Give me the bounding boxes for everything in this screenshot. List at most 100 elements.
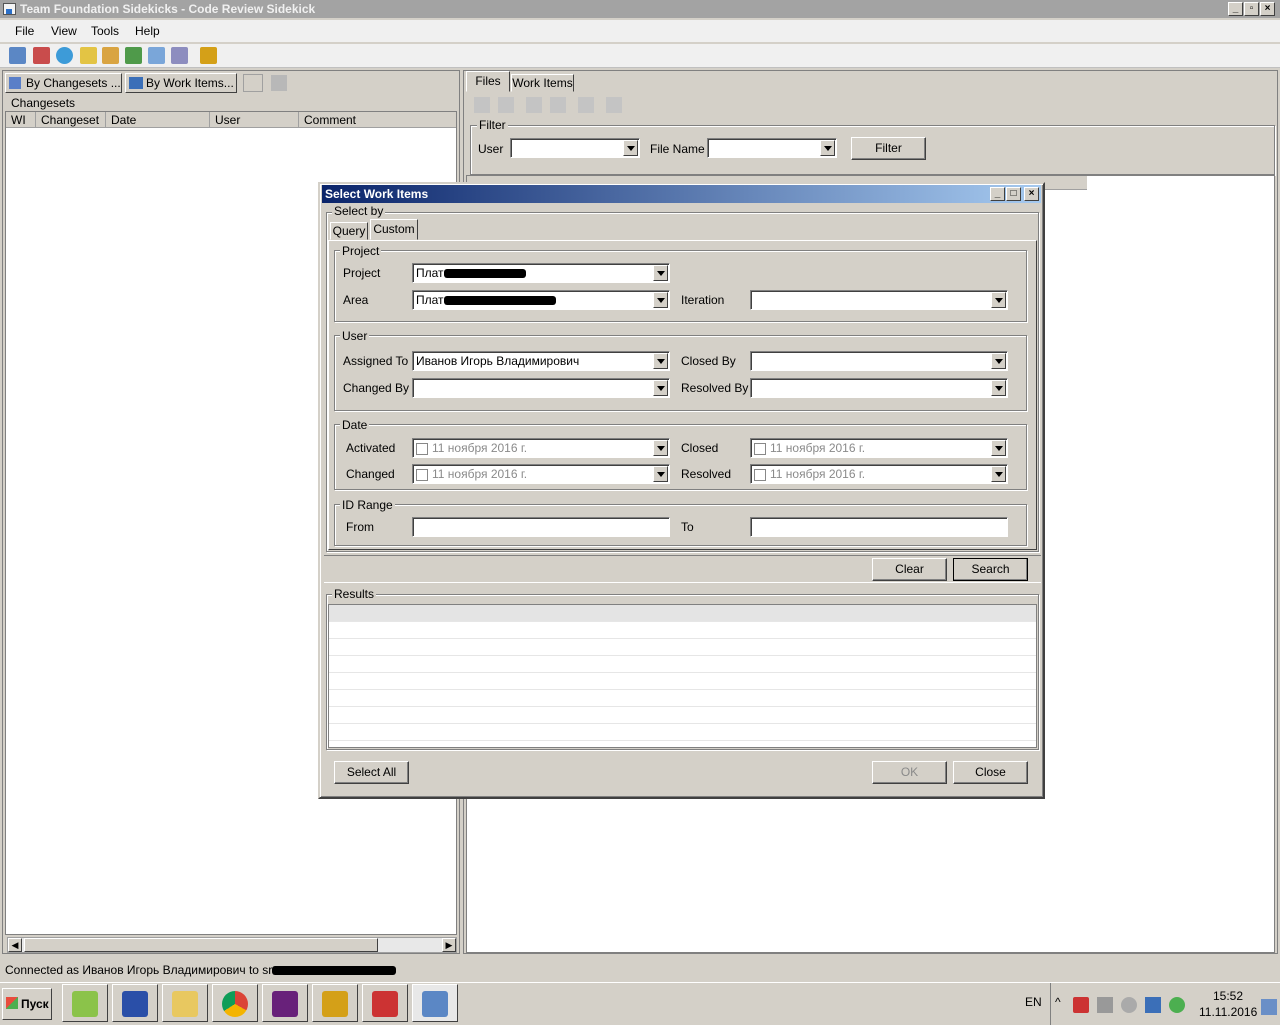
filter-button[interactable]: Filter [851,137,926,160]
list-item[interactable] [329,639,1036,656]
permissions-icon[interactable] [171,47,188,64]
tools-icon[interactable] [200,47,217,64]
taskbar-app-tools[interactable] [312,984,358,1022]
chevron-down-icon[interactable] [991,353,1006,369]
by-changesets-tab[interactable]: By Changesets ... [5,73,122,93]
show-desktop-icon[interactable] [1261,999,1277,1015]
project-group-label: Project [340,244,382,258]
project-combo[interactable]: Плат [412,263,670,283]
app-tray-icon[interactable] [1145,997,1161,1013]
col-comment[interactable]: Comment [299,112,458,128]
closed-date-picker[interactable]: 11 ноября 2016 г. [750,438,1008,458]
select-all-button[interactable]: Select All [334,761,409,784]
col-wi[interactable]: WI [6,112,36,128]
chevron-down-icon[interactable] [991,466,1006,482]
taskbar-app-media[interactable] [362,984,408,1022]
chevron-down-icon[interactable] [820,140,835,156]
area-combo[interactable]: Плат [412,290,670,310]
list-item[interactable] [329,656,1036,673]
ok-button[interactable]: OK [872,761,947,784]
dialog-maximize-button[interactable]: □ [1006,187,1021,201]
workspace-icon[interactable] [9,47,26,64]
results-list[interactable] [328,604,1037,748]
col-date[interactable]: Date [106,112,210,128]
shelveset-icon[interactable] [102,47,119,64]
dialog-minimize-button[interactable]: _ [990,187,1005,201]
chevron-down-icon[interactable] [653,353,668,369]
taskbar-app-calc[interactable] [112,984,158,1022]
scroll-left-icon[interactable]: ◀ [8,938,22,952]
clock-date[interactable]: 11.11.2016 [1199,1005,1257,1019]
chevron-down-icon[interactable] [991,380,1006,396]
view-icon[interactable] [243,74,263,92]
chevron-down-icon[interactable] [991,440,1006,456]
search-button[interactable]: Search [953,558,1028,581]
tab-files[interactable]: Files [466,71,510,92]
chevron-down-icon[interactable] [653,440,668,456]
dialog-close-button[interactable]: × [1024,187,1039,201]
chevron-down-icon[interactable] [653,265,668,281]
scroll-right-icon[interactable]: ▶ [442,938,456,952]
network-icon[interactable] [1097,997,1113,1013]
user-filter-combo[interactable] [510,138,640,158]
scroll-thumb[interactable] [24,938,378,952]
tab-custom[interactable]: Custom [370,219,418,240]
action-center-icon[interactable] [1073,997,1089,1013]
label-icon[interactable] [80,47,97,64]
filename-filter-combo[interactable] [707,138,837,158]
list-item[interactable] [329,673,1036,690]
taskbar-app-visual-studio[interactable] [262,984,308,1022]
sync-icon[interactable] [1169,997,1185,1013]
close-window-button[interactable]: × [1260,2,1275,16]
list-item[interactable] [329,707,1036,724]
tab-query[interactable]: Query [330,222,368,240]
volume-icon[interactable] [1121,997,1137,1013]
assigned-to-combo[interactable]: Иванов Игорь Владимирович [412,351,670,371]
menu-help[interactable]: Help [135,24,160,38]
changed-by-combo[interactable] [412,378,670,398]
list-item[interactable] [329,724,1036,741]
menu-view[interactable]: View [51,24,77,38]
activated-date-picker[interactable]: 11 ноября 2016 г. [412,438,670,458]
col-changeset[interactable]: Changeset [36,112,106,128]
users-icon[interactable] [125,47,142,64]
show-hidden-icons-icon[interactable]: ^ [1055,995,1061,1009]
taskbar-app-sidekicks[interactable] [412,984,458,1022]
col-user[interactable]: User [210,112,299,128]
refresh-icon[interactable] [56,47,73,64]
menu-file[interactable]: File [15,24,34,38]
closed-checkbox[interactable] [754,442,766,455]
list-item[interactable] [329,690,1036,707]
taskbar-app-explorer[interactable] [162,984,208,1022]
chevron-down-icon[interactable] [653,380,668,396]
list-item[interactable] [329,622,1036,639]
maximize-button[interactable]: ▫ [1244,2,1259,16]
clock-time[interactable]: 15:52 [1213,989,1243,1003]
horizontal-scrollbar[interactable]: ◀ ▶ [7,937,457,953]
changed-checkbox[interactable] [416,468,428,481]
changed-date-picker[interactable]: 11 ноября 2016 г. [412,464,670,484]
minimize-button[interactable]: _ [1228,2,1243,16]
menu-tools[interactable]: Tools [91,24,119,38]
results-group-label: Results [332,587,377,601]
iteration-combo[interactable] [750,290,1008,310]
chevron-down-icon[interactable] [653,466,668,482]
language-indicator[interactable]: EN [1025,995,1042,1009]
resolved-by-combo[interactable] [750,378,1008,398]
to-input[interactable] [750,517,1008,537]
chevron-down-icon[interactable] [991,292,1006,308]
resolved-checkbox[interactable] [754,468,766,481]
tab-work-items[interactable]: Work Items [511,74,574,92]
list-icon[interactable] [148,47,165,64]
clear-button[interactable]: Clear [872,558,947,581]
history-icon[interactable] [33,47,50,64]
taskbar-app-notepad[interactable] [62,984,108,1022]
from-input[interactable] [412,517,670,537]
chevron-down-icon[interactable] [623,140,638,156]
closed-by-combo[interactable] [750,351,1008,371]
chevron-down-icon[interactable] [653,292,668,308]
resolved-date-picker[interactable]: 11 ноября 2016 г. [750,464,1008,484]
taskbar-app-chrome[interactable] [212,984,258,1022]
activated-checkbox[interactable] [416,442,428,455]
close-button[interactable]: Close [953,761,1028,784]
